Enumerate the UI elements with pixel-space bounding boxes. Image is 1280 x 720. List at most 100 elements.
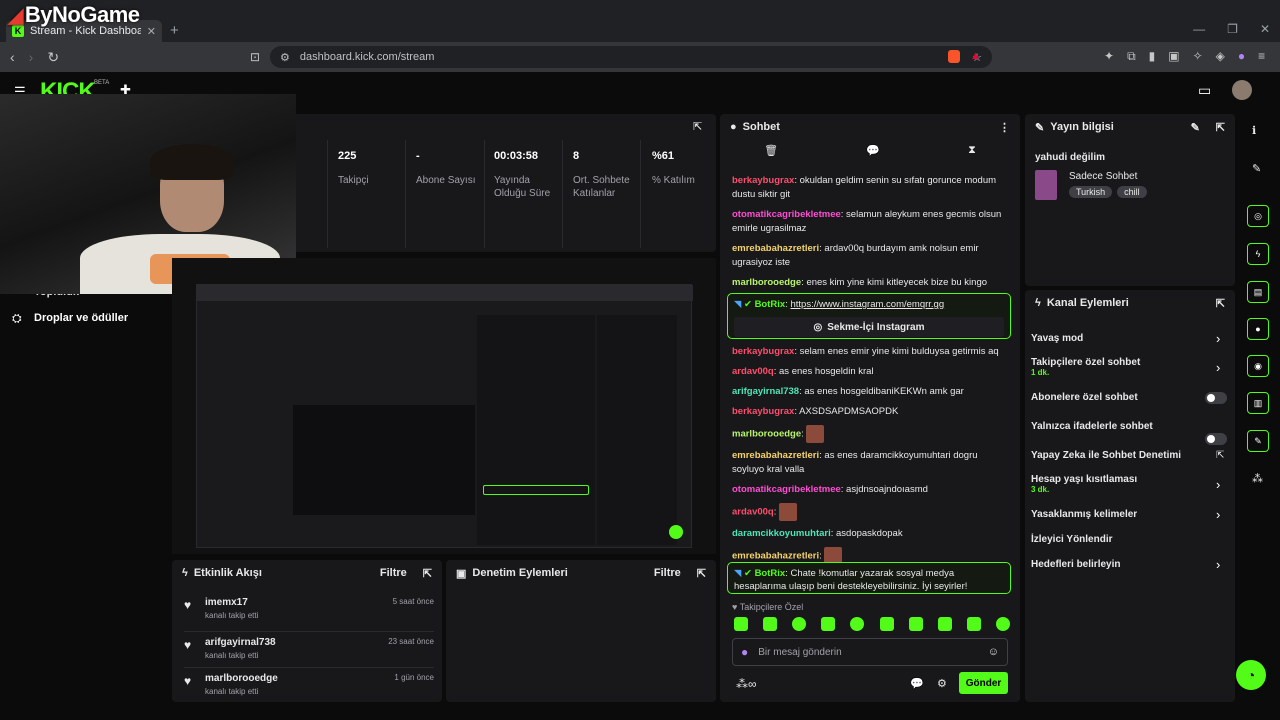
chat-user[interactable]: ardav00q bbox=[732, 366, 774, 377]
new-tab-button[interactable]: + bbox=[170, 22, 179, 39]
forward-icon[interactable]: › bbox=[29, 49, 34, 65]
chat-user[interactable]: berkaybugrax bbox=[732, 406, 794, 417]
emotes-only-toggle[interactable] bbox=[1205, 433, 1227, 445]
reload-icon[interactable]: ↻ bbox=[47, 49, 59, 66]
notes-icon[interactable]: ▤ bbox=[1247, 281, 1269, 303]
emote-icon[interactable] bbox=[850, 617, 865, 631]
chat-user[interactable]: emrebabahazretleri bbox=[732, 551, 819, 562]
chevron-right-icon[interactable]: › bbox=[1216, 360, 1220, 375]
chat-users-icon[interactable]: 💬 bbox=[910, 677, 924, 690]
close-tab-icon[interactable]: ✕ bbox=[147, 25, 156, 38]
activity-user[interactable]: arifgayirnal738 bbox=[205, 637, 276, 648]
subscribers-only-toggle[interactable] bbox=[1205, 392, 1227, 404]
tag[interactable]: Turkish bbox=[1069, 186, 1113, 198]
instagram-button[interactable]: ◎ Sekme-İçi Instagram bbox=[734, 317, 1004, 337]
avatar[interactable] bbox=[1232, 80, 1252, 100]
points-icon[interactable]: ⁂∞ bbox=[736, 677, 757, 691]
chevron-right-icon[interactable]: › bbox=[1216, 477, 1220, 492]
vpn-icon[interactable]: ◈ bbox=[1216, 49, 1225, 64]
stream-preview[interactable] bbox=[172, 258, 716, 554]
activity-user[interactable]: marlborooedge bbox=[205, 673, 278, 684]
info-icon[interactable]: ℹ bbox=[1252, 124, 1256, 137]
hourglass-icon[interactable]: ⧗ bbox=[968, 144, 976, 157]
emoji-icon[interactable]: ☺ bbox=[988, 646, 999, 658]
sidebar-item-drops[interactable]: Droplar ve ödüller bbox=[34, 312, 128, 324]
emote-icon[interactable] bbox=[995, 617, 1010, 631]
popout-icon[interactable]: ⇱ bbox=[693, 120, 702, 133]
help-fab-icon[interactable]: ◔ bbox=[1236, 660, 1266, 690]
screenshot-icon[interactable]: ⧉ bbox=[1127, 49, 1136, 64]
chevron-right-icon[interactable]: › bbox=[1216, 507, 1220, 522]
rewards-icon[interactable]: ▲ bbox=[970, 50, 981, 62]
camera-icon[interactable]: ◎ bbox=[1247, 205, 1269, 227]
wrench-rail-icon[interactable]: ✎ bbox=[1247, 430, 1269, 452]
bot-user[interactable]: BotRix bbox=[755, 299, 786, 310]
chat-user[interactable]: emrebabahazretleri bbox=[732, 450, 819, 461]
chat-user[interactable]: berkaybugrax bbox=[732, 175, 794, 186]
microphone-icon[interactable]: ● bbox=[741, 645, 748, 659]
chevron-right-icon[interactable]: › bbox=[1216, 331, 1220, 346]
layout-icon[interactable]: ▥ bbox=[1247, 392, 1269, 414]
action-subscribers-only[interactable]: Abonelere özel sohbet bbox=[1031, 392, 1138, 403]
activity-filter-button[interactable]: Filtre bbox=[380, 567, 407, 579]
profile-browser-icon[interactable]: ● bbox=[1238, 49, 1245, 64]
chat-user[interactable]: otomatikcagribekletmee bbox=[732, 484, 841, 495]
trash-icon[interactable]: 🗑 bbox=[764, 144, 778, 157]
broadcast-icon[interactable]: ◉ bbox=[1247, 355, 1269, 377]
emote-icon[interactable] bbox=[879, 617, 894, 631]
emote-icon[interactable] bbox=[792, 617, 807, 631]
chat-user[interactable]: otomatikcagribekletmee bbox=[732, 209, 841, 220]
emote-icon[interactable] bbox=[734, 617, 748, 631]
emote-icon[interactable] bbox=[937, 617, 952, 631]
bot-link[interactable]: https://www.instagram.com/emqrr.gg bbox=[790, 299, 944, 310]
popout-icon[interactable]: ⇱ bbox=[1216, 297, 1225, 310]
category-name[interactable]: Sadece Sohbet bbox=[1069, 171, 1137, 182]
pencil-icon[interactable]: ✎ bbox=[1252, 162, 1261, 175]
send-button[interactable]: Gönder bbox=[959, 672, 1008, 694]
emote-icon[interactable] bbox=[821, 617, 836, 631]
leo-icon[interactable]: ✧ bbox=[1193, 49, 1203, 64]
chat-input[interactable]: ● Bir mesaj gönderin ☺ bbox=[732, 638, 1008, 666]
bot-user[interactable]: BotRix bbox=[755, 568, 786, 579]
chat-user[interactable]: marlborooedge bbox=[732, 277, 801, 288]
tag[interactable]: chill bbox=[1117, 186, 1147, 198]
action-followers-only[interactable]: Takipçilere özel sohbet 1 dk. bbox=[1031, 357, 1140, 377]
restore-icon[interactable]: ❐ bbox=[1227, 22, 1238, 36]
popout-icon[interactable]: ⇱ bbox=[1216, 121, 1225, 134]
lightning-icon[interactable]: ϟ bbox=[1247, 243, 1269, 265]
site-info-icon[interactable]: ⚙ bbox=[280, 51, 290, 64]
action-raid[interactable]: İzleyici Yönlendir bbox=[1031, 534, 1113, 545]
popout-icon[interactable]: ⇱ bbox=[697, 567, 706, 580]
back-icon[interactable]: ‹ bbox=[10, 49, 15, 65]
address-bar[interactable]: ⚙ dashboard.kick.com/stream ⇪ ☆ bbox=[270, 46, 992, 68]
extensions-icon[interactable]: ✦ bbox=[1104, 49, 1114, 64]
more-options-icon[interactable]: ⋮ bbox=[999, 121, 1010, 134]
chat-user[interactable]: berkaybugrax bbox=[732, 346, 794, 357]
wallet-icon[interactable]: ▣ bbox=[1168, 49, 1179, 64]
action-ai-moderation[interactable]: Yapay Zeka ile Sohbet Denetimi bbox=[1031, 450, 1181, 461]
edit-icon[interactable]: ✎ bbox=[1191, 121, 1200, 134]
emote-icon[interactable] bbox=[908, 617, 923, 631]
external-link-icon[interactable]: ⇱ bbox=[1216, 450, 1224, 461]
bookmark-icon[interactable]: ⊡ bbox=[250, 50, 260, 64]
action-emotes-only[interactable]: Yalnızca ifadelerle sohbet bbox=[1031, 421, 1153, 432]
popout-icon[interactable]: ⇱ bbox=[423, 567, 432, 580]
chat-bubble-icon[interactable]: 💬 bbox=[866, 144, 880, 157]
moderation-filter-button[interactable]: Filtre bbox=[654, 567, 681, 579]
sidebar-toggle-icon[interactable]: ▮ bbox=[1149, 49, 1156, 64]
menu-icon[interactable]: ≡ bbox=[1258, 49, 1265, 64]
chevron-right-icon[interactable]: › bbox=[1216, 557, 1220, 572]
action-slow-mode[interactable]: Yavaş mod bbox=[1031, 333, 1083, 344]
activity-user[interactable]: imemx17 bbox=[205, 597, 248, 608]
chat-user[interactable]: emrebabahazretleri bbox=[732, 243, 819, 254]
brave-shield-icon[interactable] bbox=[948, 50, 960, 63]
action-goals[interactable]: Hedefleri belirleyin bbox=[1031, 559, 1120, 570]
action-account-age[interactable]: Hesap yaşı kısıtlaması 3 dk. bbox=[1031, 474, 1137, 494]
settings-gear-icon[interactable]: ⚙ bbox=[937, 677, 947, 690]
action-banned-words[interactable]: Yasaklanmış kelimeler bbox=[1031, 509, 1137, 520]
cast-icon[interactable]: ▭ bbox=[1198, 82, 1211, 99]
chat-rail-icon[interactable]: ● bbox=[1247, 318, 1269, 340]
emote-icon[interactable] bbox=[966, 617, 981, 631]
chat-user[interactable]: daramcikkoyumuhtari bbox=[732, 528, 831, 539]
minimize-icon[interactable]: — bbox=[1193, 22, 1205, 36]
